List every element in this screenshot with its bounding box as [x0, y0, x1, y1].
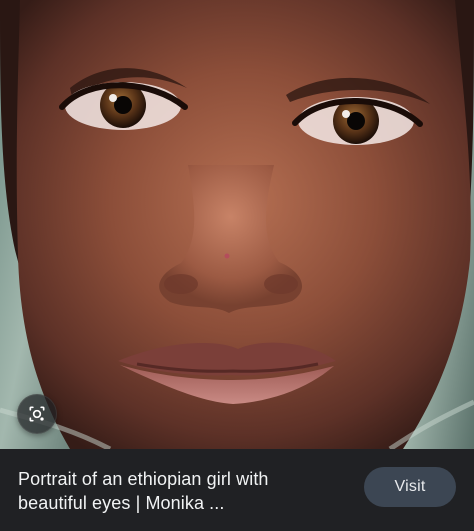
image-preview-screen: Portrait of an ethiopian girl with beaut… — [0, 0, 474, 531]
lens-icon — [29, 406, 45, 422]
result-title[interactable]: Portrait of an ethiopian girl with beaut… — [18, 467, 336, 515]
portrait-photo — [0, 0, 474, 449]
portrait-image[interactable] — [0, 0, 474, 449]
lens-button[interactable] — [17, 394, 57, 434]
result-caption-bar: Portrait of an ethiopian girl with beaut… — [0, 449, 474, 531]
visit-button[interactable]: Visit — [364, 467, 456, 507]
